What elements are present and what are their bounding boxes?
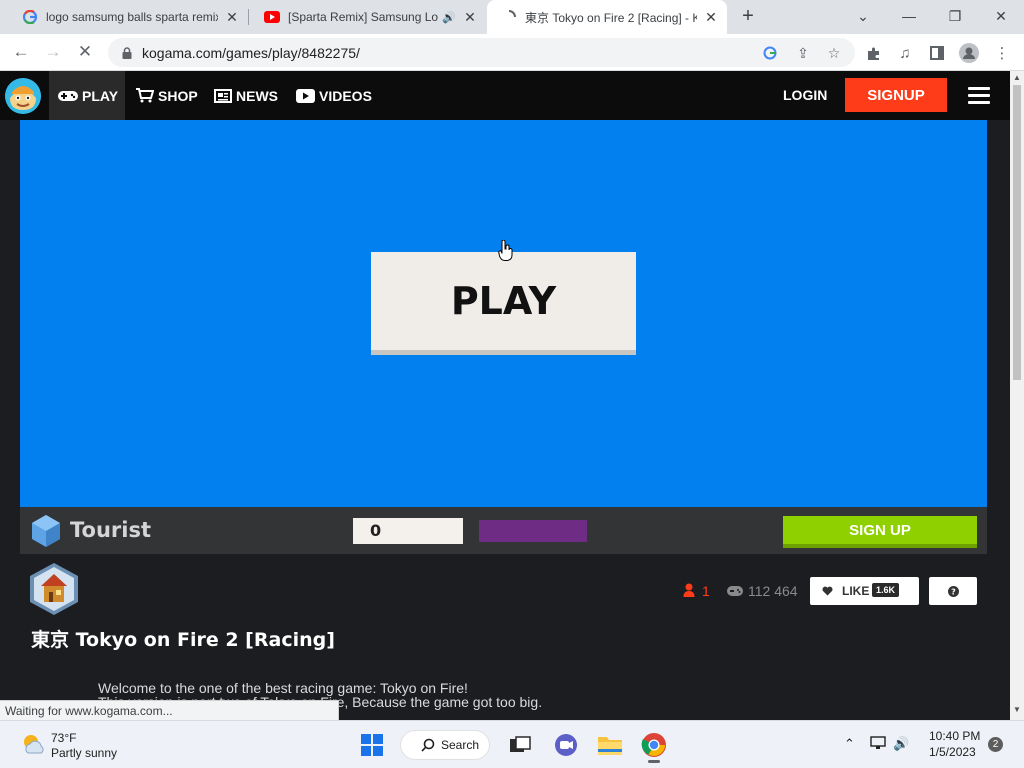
extensions-icon[interactable] — [862, 42, 884, 64]
browser-toolbar: ← → ✕ kogama.com/games/play/8482275/ ⇪ ☆… — [0, 34, 1024, 71]
volume-icon[interactable]: 🔊 — [893, 736, 909, 752]
chrome-taskbar-icon[interactable] — [639, 730, 669, 760]
tab-title: [Sparta Remix] Samsung Logo — [288, 10, 439, 24]
side-panel-icon[interactable] — [926, 42, 948, 64]
weather-description[interactable]: Partly sunny — [51, 746, 117, 760]
clock-time[interactable]: 10:40 PM — [929, 729, 980, 743]
media-control-icon[interactable]: ♫ — [894, 42, 916, 64]
close-tab-icon[interactable]: ✕ — [703, 9, 719, 25]
nav-news-label: NEWS — [236, 87, 278, 104]
tab-search-icon[interactable]: ⌄ — [840, 0, 886, 32]
active-app-indicator — [648, 760, 660, 763]
scroll-down-arrow-icon[interactable]: ▼ — [1013, 705, 1021, 714]
game-title: 東京 Tokyo on Fire 2 [Racing] — [31, 629, 335, 651]
loading-icon — [501, 9, 517, 25]
like-button[interactable]: LIKE 1.6K — [810, 577, 919, 605]
clock-date[interactable]: 1/5/2023 — [929, 745, 976, 759]
show-hidden-icons-chevron-icon[interactable]: ⌃ — [844, 736, 855, 752]
tab-kogama[interactable]: 東京 Tokyo on Fire 2 [Racing] - KoGaMa ✕ — [487, 0, 727, 34]
plays-count: 112 464 — [748, 583, 798, 599]
bookmark-star-icon[interactable]: ☆ — [825, 44, 843, 62]
task-view-icon[interactable] — [505, 730, 535, 760]
close-tab-icon[interactable]: ✕ — [224, 9, 240, 25]
nav-videos[interactable]: VIDEOS — [296, 71, 372, 120]
game-signup-button[interactable]: SIGN UP — [783, 516, 977, 548]
windows-start-icon[interactable] — [357, 730, 387, 760]
back-button[interactable]: ← — [8, 39, 34, 65]
file-explorer-icon[interactable] — [595, 730, 625, 760]
nav-news[interactable]: NEWS — [214, 71, 278, 120]
tab-divider — [248, 9, 249, 25]
kogama-logo[interactable] — [5, 78, 41, 114]
scrollbar-thumb[interactable] — [1013, 85, 1021, 380]
speaker-icon[interactable]: 🔊 — [442, 11, 456, 24]
players-online-count: 1 — [702, 583, 710, 599]
tourist-hexagon-icon — [32, 515, 60, 547]
cart-icon — [136, 88, 154, 103]
tab-google-search[interactable]: logo samsumg balls sparta remix ✕ — [8, 0, 248, 34]
search-label: Search — [441, 738, 480, 752]
tab-youtube[interactable]: [Sparta Remix] Samsung Logo 🔊 ✕ — [250, 0, 486, 34]
like-count-badge: 1.6K — [872, 583, 900, 597]
forward-button[interactable]: → — [40, 39, 66, 65]
tab-strip: logo samsumg balls sparta remix ✕ [Spart… — [0, 0, 1024, 34]
teams-chat-icon[interactable] — [551, 730, 581, 760]
tab-title: 東京 Tokyo on Fire 2 [Racing] - KoGaMa — [525, 10, 697, 25]
nav-play-label: PLAY — [82, 87, 119, 104]
signup-button[interactable]: SIGNUP — [845, 78, 947, 112]
scroll-up-arrow-icon[interactable]: ▲ — [1013, 73, 1021, 82]
game-thumbnail[interactable] — [29, 562, 79, 616]
url-text: kogama.com/games/play/8482275/ — [142, 45, 360, 61]
share-icon[interactable]: ⇪ — [794, 44, 812, 62]
address-bar[interactable]: kogama.com/games/play/8482275/ ⇪ ☆ — [108, 38, 855, 67]
nav-play[interactable]: PLAY — [49, 71, 125, 120]
nav-videos-label: VIDEOS — [319, 87, 372, 104]
maximize-button[interactable]: ❐ — [932, 0, 978, 32]
network-icon[interactable] — [870, 736, 886, 753]
heart-icon — [822, 586, 833, 596]
close-tab-icon[interactable]: ✕ — [462, 9, 478, 25]
svg-text:?: ? — [951, 587, 956, 596]
weather-partly-sunny-icon[interactable] — [20, 731, 46, 757]
tab-title: logo samsumg balls sparta remix — [46, 10, 218, 24]
chrome-menu-icon[interactable]: ⋮ — [991, 42, 1013, 64]
help-button[interactable]: ? — [929, 577, 977, 605]
page-scrollbar[interactable]: ▲ ▼ — [1010, 71, 1024, 720]
google-g-icon — [22, 9, 38, 25]
player-name: Tourist — [70, 518, 152, 542]
login-link[interactable]: LOGIN — [783, 87, 827, 103]
weather-temperature[interactable]: 73°F — [51, 731, 76, 745]
notification-badge[interactable]: 2 — [988, 737, 1003, 752]
taskbar-search-box[interactable]: Search — [400, 730, 490, 760]
close-window-button[interactable]: ✕ — [978, 0, 1024, 32]
status-bubble: Waiting for www.kogama.com... — [0, 700, 339, 721]
lock-icon[interactable] — [118, 44, 136, 62]
gamepad-icon — [727, 586, 743, 596]
play-game-button[interactable]: PLAY — [371, 252, 636, 355]
google-lens-icon[interactable] — [761, 44, 779, 62]
newspaper-icon — [214, 88, 232, 103]
youtube-icon — [296, 88, 315, 103]
nav-shop-label: SHOP — [158, 87, 198, 104]
profile-avatar-icon[interactable] — [958, 42, 980, 64]
stop-loading-button[interactable]: ✕ — [72, 39, 98, 65]
hand-cursor-icon — [498, 240, 513, 261]
like-label: LIKE — [842, 584, 870, 598]
youtube-icon — [264, 9, 280, 25]
minimize-button[interactable]: — — [886, 0, 932, 32]
question-icon: ? — [947, 585, 959, 597]
hamburger-menu-icon[interactable] — [968, 87, 990, 105]
gamepad-icon — [58, 90, 78, 101]
nav-shop[interactable]: SHOP — [136, 71, 198, 120]
new-tab-button[interactable]: + — [737, 6, 759, 28]
score-display: 0 — [353, 518, 463, 544]
players-online-icon — [683, 583, 695, 597]
xp-progress-bar — [479, 520, 587, 542]
search-icon — [421, 738, 435, 752]
